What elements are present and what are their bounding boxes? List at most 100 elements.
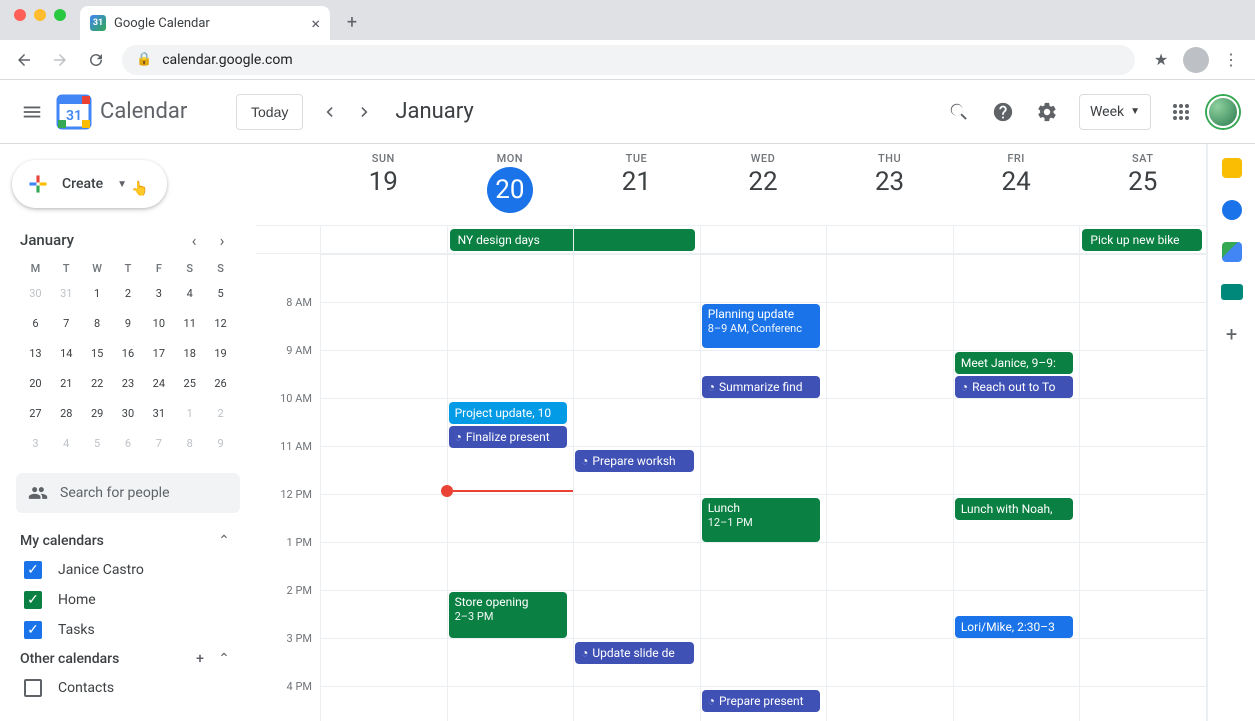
mini-day[interactable]: 25 (174, 371, 205, 395)
forward-button[interactable] (44, 44, 76, 76)
mini-day[interactable]: 9 (205, 431, 236, 455)
calendar-toggle[interactable]: ✓Tasks (0, 615, 256, 645)
get-addons-button[interactable]: + (1226, 322, 1237, 346)
mini-day[interactable]: 4 (51, 431, 82, 455)
task-chip[interactable]: ◔ Summarize find (702, 376, 821, 398)
google-apps-button[interactable] (1161, 92, 1201, 132)
task-chip[interactable]: ◔ Prepare worksh (575, 450, 694, 472)
search-people-input[interactable]: Search for people (16, 473, 240, 513)
mini-day[interactable]: 31 (51, 281, 82, 305)
mini-day[interactable]: 19 (205, 341, 236, 365)
mini-day[interactable]: 13 (20, 341, 51, 365)
mini-day[interactable]: 26 (205, 371, 236, 395)
calendar-toggle[interactable]: Contacts (0, 673, 256, 703)
bookmark-star-icon[interactable]: ★ (1145, 44, 1177, 76)
mini-day[interactable]: 6 (20, 311, 51, 335)
calendar-toggle[interactable]: ✓Janice Castro (0, 555, 256, 585)
day-column-header[interactable]: MON20 (447, 144, 574, 225)
task-chip[interactable]: ◔ Prepare present (702, 690, 821, 712)
chrome-menu-icon[interactable]: ⋮ (1215, 44, 1247, 76)
mini-day[interactable]: 29 (82, 401, 113, 425)
mini-day[interactable]: 11 (174, 311, 205, 335)
event-chip[interactable]: Store opening2–3 PM (449, 592, 568, 638)
task-chip[interactable]: ◔ Finalize present (449, 426, 568, 448)
mini-prev-button[interactable]: ‹ (180, 226, 208, 254)
calendar-toggle[interactable]: ✓Home (0, 585, 256, 615)
browser-tab[interactable]: 31 Google Calendar × (80, 6, 330, 40)
mini-day[interactable]: 8 (82, 311, 113, 335)
task-chip[interactable]: ◔ Reach out to To (955, 376, 1074, 398)
allday-cell[interactable] (700, 226, 827, 253)
mini-day[interactable]: 1 (174, 401, 205, 425)
chrome-profile-button[interactable] (1183, 47, 1209, 73)
day-column-header[interactable]: SAT25 (1079, 144, 1206, 225)
event-chip[interactable]: Lunch12–1 PM (702, 498, 821, 542)
settings-button[interactable] (1027, 92, 1067, 132)
time-grid[interactable]: 8 AM9 AM10 AM11 AM12 PM1 PM2 PM3 PM4 PM5… (256, 254, 1206, 721)
reload-button[interactable] (80, 44, 112, 76)
prev-period-button[interactable] (311, 94, 347, 130)
all-day-row[interactable]: NY design days Pick up new bike (256, 226, 1206, 254)
mini-day[interactable]: 30 (20, 281, 51, 305)
chevron-up-icon[interactable]: ⌃ (212, 651, 236, 667)
event-chip[interactable]: Lunch with Noah, (955, 498, 1074, 520)
mini-day[interactable]: 14 (51, 341, 82, 365)
mini-day[interactable]: 28 (51, 401, 82, 425)
event-chip[interactable]: Lori/Mike, 2:30–3 (955, 616, 1074, 638)
checkbox-icon[interactable]: ✓ (24, 561, 42, 579)
mini-day[interactable]: 27 (20, 401, 51, 425)
new-tab-button[interactable]: + (338, 8, 366, 36)
allday-cell[interactable] (320, 226, 447, 253)
allday-event[interactable]: Pick up new bike (1082, 229, 1202, 251)
search-button[interactable] (939, 92, 979, 132)
meet-addon-icon[interactable] (1221, 284, 1243, 300)
mini-day[interactable]: 5 (205, 281, 236, 305)
mini-day[interactable]: 23 (113, 371, 144, 395)
mini-day[interactable]: 7 (51, 311, 82, 335)
day-column-header[interactable]: WED22 (700, 144, 827, 225)
mini-day[interactable]: 5 (82, 431, 113, 455)
day-column-header[interactable]: FRI24 (953, 144, 1080, 225)
next-period-button[interactable] (347, 94, 383, 130)
day-column-header[interactable]: THU23 (826, 144, 953, 225)
mini-day[interactable]: 20 (20, 371, 51, 395)
mini-day[interactable]: 3 (20, 431, 51, 455)
mini-day[interactable]: 12 (205, 311, 236, 335)
account-avatar[interactable] (1207, 96, 1239, 128)
mini-day[interactable]: 17 (143, 341, 174, 365)
address-bar[interactable]: 🔒 calendar.google.com (122, 45, 1135, 75)
app-logo[interactable]: 31 Calendar (56, 94, 236, 130)
event-chip[interactable]: Meet Janice, 9–9: (955, 352, 1074, 374)
close-window-icon[interactable] (14, 9, 26, 21)
mini-next-button[interactable]: › (208, 226, 236, 254)
mini-day[interactable]: 30 (113, 401, 144, 425)
mini-day[interactable]: 21 (51, 371, 82, 395)
allday-cell[interactable]: NY design days (447, 226, 574, 253)
maps-addon-icon[interactable] (1222, 242, 1242, 262)
chevron-up-icon[interactable]: ⌃ (212, 533, 236, 549)
allday-cell[interactable] (573, 226, 700, 253)
minimize-window-icon[interactable] (34, 9, 46, 21)
tab-close-icon[interactable]: × (311, 14, 320, 33)
allday-cell[interactable] (826, 226, 953, 253)
event-chip[interactable]: Project update, 10 (449, 402, 568, 424)
event-chip[interactable]: Planning update8–9 AM, Conferenc (702, 304, 821, 348)
today-button[interactable]: Today (236, 94, 303, 130)
checkbox-icon[interactable]: ✓ (24, 621, 42, 639)
back-button[interactable] (8, 44, 40, 76)
mini-day[interactable]: 6 (113, 431, 144, 455)
day-column-header[interactable]: TUE21 (573, 144, 700, 225)
tasks-addon-icon[interactable] (1222, 200, 1242, 220)
mini-day[interactable]: 9 (113, 311, 144, 335)
mini-day[interactable]: 16 (113, 341, 144, 365)
day-column-header[interactable]: SUN19 (320, 144, 447, 225)
mini-day[interactable]: 2 (205, 401, 236, 425)
mini-day[interactable]: 31 (143, 401, 174, 425)
mini-day[interactable]: 18 (174, 341, 205, 365)
create-button[interactable]: Create ▼ 👆 (12, 160, 167, 208)
help-button[interactable] (983, 92, 1023, 132)
mini-day[interactable]: 2 (113, 281, 144, 305)
mini-day[interactable]: 7 (143, 431, 174, 455)
allday-cell[interactable] (953, 226, 1080, 253)
checkbox-icon[interactable] (24, 679, 42, 697)
